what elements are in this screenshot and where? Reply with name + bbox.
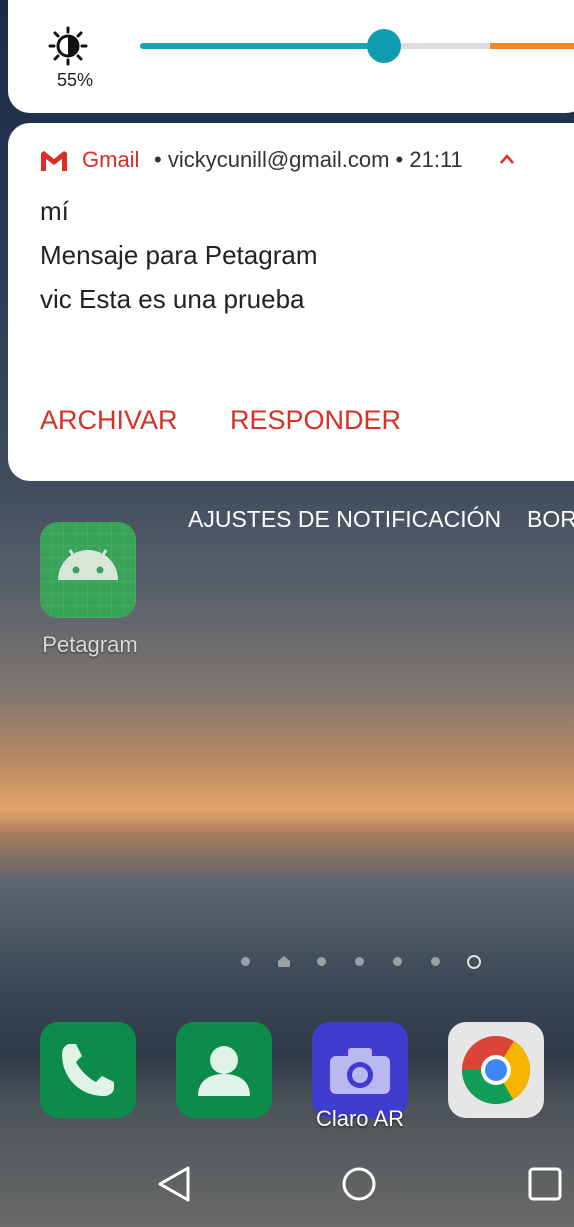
chrome-icon <box>462 1036 531 1104</box>
brightness-value: 55% <box>56 70 94 90</box>
android-app-icon <box>40 522 136 618</box>
petagram-app-icon[interactable] <box>40 522 136 618</box>
notification-subject: Mensaje para Petagram <box>40 240 318 270</box>
notification-app-name: Gmail <box>82 147 140 172</box>
clear-notifications-button[interactable]: BOR <box>527 506 574 533</box>
home-page-dot-icon[interactable] <box>278 956 290 967</box>
back-icon[interactable] <box>156 1164 192 1204</box>
chrome-app[interactable] <box>448 1022 544 1118</box>
notification-body: vic Esta es una prueba <box>40 284 305 314</box>
page-dot[interactable] <box>393 957 402 966</box>
brightness-slider-fill <box>140 43 384 49</box>
petagram-app-label: Petagram <box>42 632 138 657</box>
gmail-icon <box>41 151 67 171</box>
contacts-app[interactable] <box>176 1022 272 1118</box>
notification-settings-button[interactable]: AJUSTES DE NOTIFICACIÓN <box>188 506 501 533</box>
reply-button[interactable]: RESPONDER <box>230 405 401 436</box>
notification-sender: mí <box>40 196 69 226</box>
phone-app[interactable] <box>40 1022 136 1118</box>
brightness-high-zone <box>490 43 574 49</box>
notification-account-time: • vickycunill@gmail.com • 21:11 <box>154 147 463 172</box>
brightness-icon <box>48 26 88 66</box>
page-dot[interactable] <box>241 957 250 966</box>
archive-button[interactable]: ARCHIVAR <box>40 405 178 436</box>
camera-app-label: Claro AR <box>315 1106 405 1131</box>
camera-icon <box>330 1048 390 1094</box>
brightness-panel <box>8 0 574 113</box>
page-dot[interactable] <box>317 957 326 966</box>
home-icon[interactable] <box>340 1164 378 1204</box>
brightness-slider-thumb[interactable] <box>367 29 401 63</box>
recents-icon[interactable] <box>527 1164 563 1204</box>
page-dot[interactable] <box>431 957 440 966</box>
chevron-up-icon[interactable] <box>498 152 516 166</box>
page-dot[interactable] <box>355 957 364 966</box>
camera-app[interactable] <box>312 1022 408 1118</box>
current-page-dot[interactable] <box>467 955 481 969</box>
contacts-icon <box>198 1046 250 1096</box>
phone-icon <box>62 1044 114 1096</box>
